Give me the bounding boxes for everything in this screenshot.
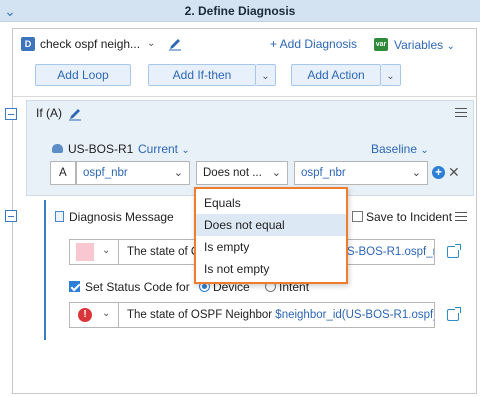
variables-menu[interactable]: Variables ⌄	[394, 37, 455, 55]
message-2-text: The state of OSPF Neighbor	[127, 309, 276, 321]
chevron-down-icon: ⌄	[102, 245, 111, 256]
router-icon	[52, 144, 63, 153]
option-is-empty[interactable]: Is empty	[196, 236, 346, 258]
chevron-down-icon: ⌄	[102, 308, 111, 319]
add-if-then-dropdown[interactable]: ⌄	[256, 64, 276, 86]
operator-dropdown-menu: Equals Does not equal Is empty Is not em…	[194, 187, 348, 284]
hamburger-menu-icon[interactable]	[455, 108, 467, 118]
operator-value: Does not ...	[203, 167, 262, 179]
edit-pencil-icon[interactable]	[168, 37, 182, 51]
add-diagnosis-link[interactable]: + Add Diagnosis	[270, 36, 357, 52]
diagnosis-message-title: Diagnosis Message	[69, 210, 174, 224]
message-field-2[interactable]: The state of OSPF Neighbor $neighbor_id(…	[118, 302, 435, 328]
variables-label: Variables	[394, 38, 444, 52]
collapse-message-minus-icon[interactable]	[5, 210, 17, 222]
severity-select[interactable]: ⌄	[69, 239, 119, 265]
message-2-variable: $neighbor_id(US-BOS-R1.ospf_nb	[275, 309, 435, 321]
message-1-text: The state of O	[127, 246, 200, 258]
left-variable-value: ospf_nbr	[83, 167, 128, 179]
if-title: If (A)	[36, 106, 62, 120]
option-does-not-equal[interactable]: Does not equal	[196, 214, 346, 236]
current-selector[interactable]: Current ⌄	[138, 141, 190, 159]
external-link-icon[interactable]	[447, 307, 461, 321]
diagnosis-name-selector[interactable]: check ospf neigh...	[40, 35, 140, 53]
collapse-arrow-icon[interactable]: ⌄	[2, 3, 18, 19]
hamburger-menu-icon[interactable]	[455, 212, 467, 222]
alert-icon: !	[78, 308, 92, 322]
baseline-selector[interactable]: Baseline ⌄	[371, 141, 429, 159]
left-variable-select[interactable]: ospf_nbr ⌄	[76, 161, 190, 185]
option-equals[interactable]: Equals	[196, 192, 346, 214]
chevron-down-icon: ⌄	[411, 167, 421, 179]
chevron-down-icon: ⌄	[173, 167, 183, 179]
save-to-incident-checkbox[interactable]	[352, 211, 363, 222]
external-link-icon[interactable]	[447, 244, 461, 258]
set-status-code-checkbox[interactable]	[69, 281, 80, 292]
add-condition-plus-icon[interactable]: +	[432, 166, 445, 179]
collapse-if-minus-icon[interactable]	[5, 108, 17, 120]
chevron-down-icon: ⌄	[386, 71, 395, 82]
save-to-incident-label: Save to Incident	[366, 210, 453, 224]
chevron-down-icon: ⌄	[261, 71, 270, 82]
diagnosis-name: check ospf neigh...	[40, 37, 141, 51]
severity-swatch	[76, 243, 94, 261]
remove-condition-close-icon[interactable]: ✕	[448, 164, 460, 180]
message-block-guide	[44, 200, 46, 340]
document-icon	[55, 211, 64, 222]
chevron-down-icon: ⌄	[446, 41, 455, 52]
set-status-code-label: Set Status Code for	[85, 280, 190, 294]
right-variable-value: ospf_nbr	[301, 167, 346, 179]
message-1-variable: S-BOS-R1.ospf_nb	[347, 246, 434, 258]
variables-icon: var	[374, 38, 388, 51]
chevron-down-icon: ⌄	[181, 145, 190, 156]
chevron-down-icon[interactable]: ⌄	[147, 38, 155, 49]
severity-select-2[interactable]: ! ⌄	[69, 302, 119, 328]
section-header: 2. Define Diagnosis	[0, 0, 480, 22]
toolbar-divider	[13, 96, 476, 97]
add-loop-button[interactable]: Add Loop	[35, 64, 131, 86]
chevron-down-icon: ⌄	[420, 145, 429, 156]
option-is-not-empty[interactable]: Is not empty	[196, 258, 346, 280]
edit-pencil-icon[interactable]	[68, 107, 82, 121]
right-variable-select[interactable]: ospf_nbr ⌄	[294, 161, 428, 185]
current-label: Current	[138, 142, 179, 156]
add-action-button[interactable]: Add Action	[291, 64, 381, 86]
operator-select[interactable]: Does not ... ⌄	[196, 161, 288, 185]
add-action-dropdown[interactable]: ⌄	[381, 64, 401, 86]
chevron-down-icon: ⌄	[271, 167, 281, 179]
baseline-label: Baseline	[371, 142, 418, 156]
add-if-then-button[interactable]: Add If-then	[148, 64, 256, 86]
device-name: US-BOS-R1	[68, 142, 134, 156]
section-title: 2. Define Diagnosis	[184, 4, 296, 18]
diagnosis-badge-icon: D	[21, 37, 35, 51]
row-letter: A	[50, 161, 76, 185]
